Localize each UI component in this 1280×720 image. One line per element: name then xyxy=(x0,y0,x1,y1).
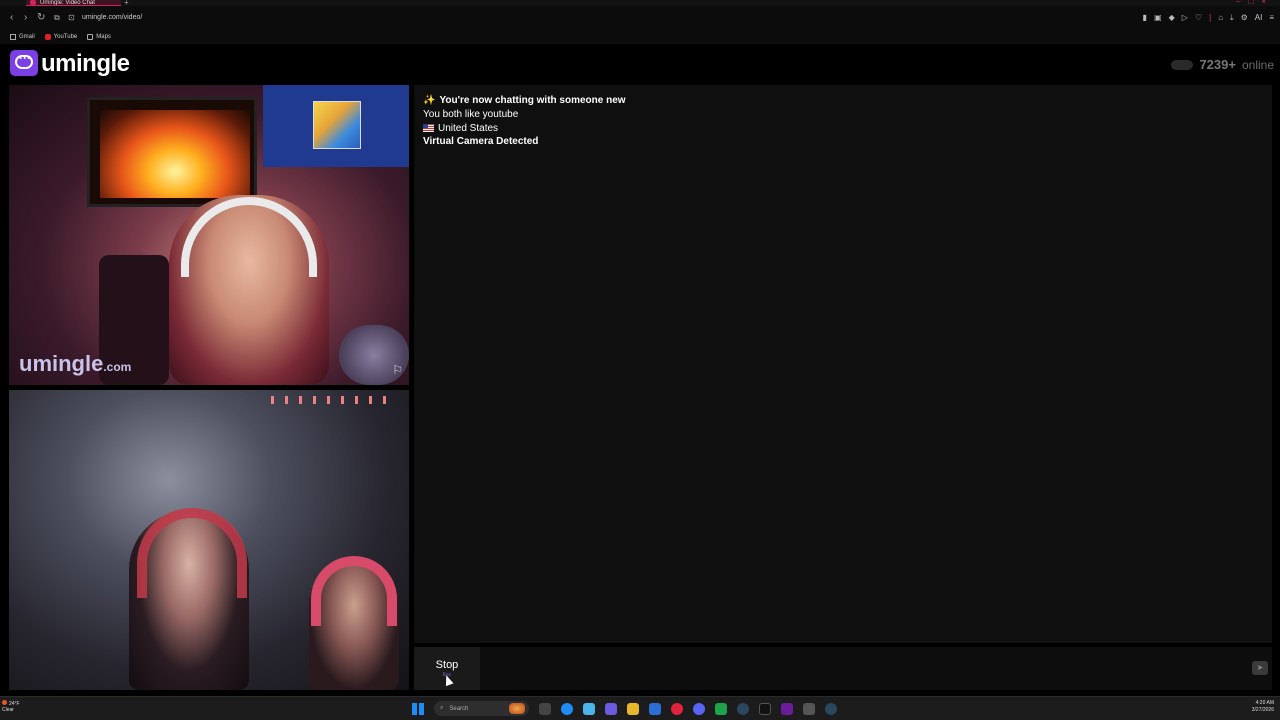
back-icon[interactable]: ‹ xyxy=(10,12,13,23)
chat-message: Virtual Camera Detected xyxy=(423,136,538,147)
chat-message: United States xyxy=(423,123,498,134)
steam-icon[interactable] xyxy=(737,702,749,715)
snapshot-icon[interactable]: ▣ xyxy=(1154,13,1162,23)
youtube-icon xyxy=(44,34,51,40)
chat-message: ✨ You're now chatting with someone new xyxy=(423,95,626,106)
bookmark-maps[interactable]: Maps xyxy=(87,34,111,40)
bookmark-icon[interactable]: ▮ xyxy=(1143,13,1147,23)
bookmark-label: Maps xyxy=(96,34,111,40)
play-icon[interactable]: ▷ xyxy=(1182,13,1188,23)
video-watermark: umingle.com xyxy=(19,351,131,377)
discord-icon[interactable] xyxy=(693,702,705,715)
weather-icon xyxy=(2,700,7,705)
tiktok-icon[interactable] xyxy=(759,702,771,715)
tab-favicon-icon xyxy=(30,0,36,5)
online-count: 7239+ xyxy=(1199,57,1236,72)
settings-app-icon[interactable] xyxy=(803,702,815,715)
shield-icon[interactable]: ◆ xyxy=(1169,13,1175,23)
steam-alt-icon[interactable] xyxy=(825,702,837,715)
us-flag-icon xyxy=(423,124,434,132)
taskbar-search[interactable]: ⌕ Search xyxy=(434,701,529,716)
send-icon[interactable]: ➤ xyxy=(1252,661,1268,675)
bookmarks-bar: Gmail YouTube Maps xyxy=(0,30,1280,44)
system-clock[interactable]: 4:20 AM 3/27/2026 xyxy=(1252,700,1274,714)
windows-start-icon[interactable] xyxy=(412,702,424,715)
logo-chat-icon[interactable] xyxy=(10,50,38,76)
heart-icon[interactable]: ♡ xyxy=(1195,13,1202,23)
chat-message-text: Virtual Camera Detected xyxy=(423,136,539,147)
edge-icon[interactable] xyxy=(561,702,573,715)
chat-panel: ✨ You're now chatting with someone new Yo… xyxy=(414,85,1272,643)
bookmark-label: YouTube xyxy=(53,34,78,40)
settings-icon[interactable]: ⚙ xyxy=(1241,13,1248,23)
inset-thumbnail xyxy=(313,101,361,149)
ai-button[interactable]: AI xyxy=(1255,13,1263,23)
site-info-icon[interactable]: ⧉ xyxy=(54,13,60,23)
string-lights xyxy=(271,396,391,404)
forward-icon[interactable]: › xyxy=(24,12,27,23)
tv-screen xyxy=(87,97,257,207)
download-icon[interactable]: ⤓ xyxy=(1230,13,1234,23)
extensions-icon[interactable]: ⌂ xyxy=(1218,13,1223,23)
address-bar: ‹ › ↻ ⧉ ⊡ umingle.com/video/ ▮ ▣ ◆ ▷ ♡ |… xyxy=(0,6,1280,32)
gmail-icon xyxy=(10,34,16,40)
url-field[interactable]: umingle.com/video/ xyxy=(82,14,142,21)
taskbar: 24°F Clear ⌕ Search 4:20 AM 3/27/2026 xyxy=(0,696,1280,720)
self-video xyxy=(9,390,409,690)
search-label: Search xyxy=(449,705,469,712)
opera-icon[interactable] xyxy=(671,702,683,715)
chat-message-text: You both like youtube xyxy=(423,109,519,120)
bookmark-youtube[interactable]: YouTube xyxy=(44,34,78,40)
chat-controls: Stop Esc ➤ xyxy=(414,647,1272,690)
chat-message-text: You're now chatting with someone new xyxy=(439,95,626,106)
bookmark-label: Gmail xyxy=(19,34,35,40)
self-person-right-hair xyxy=(311,556,397,626)
stranger-video: umingle.com ⚐ xyxy=(9,85,409,385)
online-counter: 7239+ online xyxy=(1171,57,1274,72)
clock-date: 3/27/2026 xyxy=(1251,707,1274,713)
reload-icon[interactable]: ↻ xyxy=(37,12,45,23)
copilot-icon[interactable] xyxy=(583,702,595,715)
store-icon[interactable] xyxy=(649,702,661,715)
stop-label: Stop xyxy=(435,659,459,671)
online-label: online xyxy=(1241,57,1274,72)
weather-widget[interactable]: 24°F Clear xyxy=(2,700,20,713)
search-highlight-icon xyxy=(509,703,525,714)
theme-toggle[interactable] xyxy=(1171,59,1194,70)
weather-desc: Clear xyxy=(2,707,14,713)
task-view-icon[interactable] xyxy=(539,702,551,715)
chat-message: You both like youtube xyxy=(423,109,518,120)
taskbar-apps: ⌕ Search xyxy=(412,701,837,716)
maps-icon xyxy=(87,34,94,40)
search-icon: ⌕ xyxy=(440,705,444,711)
file-explorer-icon[interactable] xyxy=(627,702,639,715)
obs-icon[interactable] xyxy=(781,702,793,715)
chat-message-text: United States xyxy=(438,123,499,134)
watermark-suffix: .com xyxy=(103,360,132,374)
divider: | xyxy=(1209,13,1212,22)
sparkles-icon: ✨ xyxy=(423,95,436,106)
watermark-brand: umingle xyxy=(19,351,104,376)
brand-logo[interactable]: umingle xyxy=(41,50,130,78)
teams-icon[interactable] xyxy=(605,702,617,715)
menu-icon[interactable]: ≡ xyxy=(1269,13,1274,23)
chat-input[interactable] xyxy=(484,647,1244,690)
clock-time: 4:20 AM xyxy=(1255,700,1274,706)
lock-icon: ⊡ xyxy=(68,13,75,22)
xbox-icon[interactable] xyxy=(715,702,727,715)
report-flag-icon[interactable]: ⚐ xyxy=(392,363,403,377)
address-actions: ▮ ▣ ◆ ▷ ♡ | ⌂ ⤓ ⚙ AI ≡ xyxy=(1143,13,1274,23)
screen-share-inset xyxy=(263,85,409,167)
bookmark-gmail[interactable]: Gmail xyxy=(10,34,35,40)
